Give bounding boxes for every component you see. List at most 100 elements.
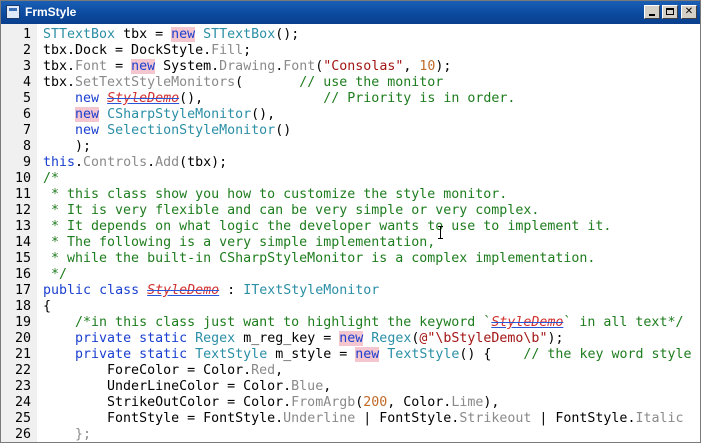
code-token: | FontStyle.	[531, 411, 636, 426]
line-number: 20	[14, 331, 31, 346]
code-token: this	[43, 155, 76, 170]
code-editor[interactable]: 1 STTextBox tbx = new STTextBox(); 2 tbx.Do…	[1, 24, 700, 442]
line-number: 8	[22, 139, 31, 154]
line-number: 17	[14, 283, 31, 298]
code-token: .	[147, 155, 156, 170]
close-button[interactable]: ✕	[681, 5, 697, 19]
code-token: ),	[483, 395, 500, 410]
code-token: */	[43, 267, 68, 282]
code-token: FromArgb	[291, 395, 356, 410]
code-text: /*	[43, 171, 59, 187]
minimize-button[interactable]	[644, 5, 660, 19]
code-token: Lime	[451, 395, 484, 410]
code-token: new	[131, 59, 156, 74]
code-token: Underline	[283, 411, 356, 426]
line-number: 12	[14, 203, 31, 218]
code-token: Fill	[211, 43, 244, 58]
code-token: | FontStyle.	[355, 411, 460, 426]
code-token: public	[43, 283, 92, 298]
line-number: 26	[14, 427, 31, 442]
code-line: 12 * It is very flexible and can be very…	[1, 203, 700, 219]
code-text: tbx.Dock = DockStyle.Fill;	[43, 43, 251, 59]
main-window: FrmStyle ✕ 1 STTextBox tbx = new STTextBo…	[0, 0, 701, 443]
title-bar[interactable]: FrmStyle ✕	[1, 1, 700, 24]
code-text: ForeColor = Color.Red,	[43, 363, 283, 379]
code-token: Red	[251, 363, 276, 378]
code-token: tbx.	[43, 59, 76, 74]
code-token: * It is very flexible and can be very si…	[43, 203, 540, 218]
code-line: 16 */	[1, 267, 700, 283]
code-token: STTextBox	[195, 27, 276, 42]
code-token: Blue	[291, 379, 324, 394]
code-token: (),	[251, 107, 276, 122]
code-text: * this class show you how to customize t…	[43, 187, 507, 203]
code-token: StrikeOutColor = Color.	[43, 395, 292, 410]
line-number: 13	[14, 219, 31, 234]
code-token: Regex	[187, 331, 236, 346]
code-line: 1 STTextBox tbx = new STTextBox();	[1, 27, 700, 43]
code-text: private static TextStyle m_style = new T…	[43, 347, 692, 363]
window-title: FrmStyle	[25, 5, 77, 19]
line-number: 2	[22, 43, 31, 58]
code-token: static	[139, 331, 188, 346]
code-token: );	[435, 59, 452, 74]
code-text: public class StyleDemo : ITextStyleMonit…	[43, 283, 379, 299]
ibeam-cursor-icon	[438, 226, 443, 239]
code-token: new	[75, 107, 100, 122]
code-token: (),	[179, 91, 324, 106]
line-number: 24	[14, 395, 31, 410]
code-token: Controls	[83, 155, 148, 170]
code-token: STTextBox	[43, 27, 116, 42]
form-icon	[6, 5, 20, 19]
code-token: new	[75, 123, 100, 138]
code-text: new StyleDemo(), // Priority is in order…	[43, 91, 515, 107]
code-token: tbx =	[115, 27, 172, 42]
code-line: 8 );	[1, 139, 700, 155]
code-token: (	[235, 75, 300, 90]
code-text: {	[43, 299, 51, 315]
code-token: * while the built-in CSharpStyleMonitor …	[43, 251, 596, 266]
code-text: tbx.SetTextStyleMonitors( // use the mon…	[43, 75, 443, 91]
code-line: 19 /*in this class just want to highligh…	[1, 315, 700, 331]
maximize-button[interactable]	[662, 5, 678, 19]
code-text: * The following is a very simple impleme…	[43, 235, 435, 251]
code-token: // the key word style	[523, 347, 692, 362]
code-token: // use the monitor	[299, 75, 444, 90]
line-number: 14	[14, 235, 31, 250]
code-token: UnderLineColor = Color.	[43, 379, 292, 394]
code-text: FontStyle = FontStyle.Underline | FontSt…	[43, 411, 683, 427]
code-line: 15 * while the built-in CSharpStyleMonit…	[1, 251, 700, 267]
code-token: tbx.	[43, 75, 76, 90]
line-number: 16	[14, 267, 31, 282]
code-token: 10	[419, 59, 436, 74]
code-line: 18 {	[1, 299, 700, 315]
code-line: 21 private static TextStyle m_style = ne…	[1, 347, 700, 363]
code-line: 5 new StyleDemo(), // Priority is in ord…	[1, 91, 700, 107]
code-text: private static Regex m_reg_key = new Reg…	[43, 331, 563, 347]
code-line: 9 this.Controls.Add(tbx);	[1, 155, 700, 171]
code-line: 23 UnderLineColor = Color.Blue,	[1, 379, 700, 395]
code-token: };	[43, 427, 92, 442]
code-text: tbx.Font = new System.Drawing.Font("Cons…	[43, 59, 451, 75]
code-token: );	[547, 331, 564, 346]
code-token: private	[75, 331, 132, 346]
code-token: 200	[363, 395, 388, 410]
code-token: @"\bStyleDemo\b"	[419, 331, 548, 346]
code-line: 6 new CSharpStyleMonitor(),	[1, 107, 700, 123]
code-token: StyleDemo	[107, 91, 180, 106]
line-number: 11	[14, 187, 31, 202]
code-line: 4 tbx.SetTextStyleMonitors( // use the mo…	[1, 75, 700, 91]
code-token: "Consolas"	[323, 59, 404, 74]
code-line: 24 StrikeOutColor = Color.FromArgb(200, …	[1, 395, 700, 411]
code-token: TextStyle	[187, 347, 268, 362]
code-token: StyleDemo	[147, 283, 220, 298]
code-text: */	[43, 267, 67, 283]
